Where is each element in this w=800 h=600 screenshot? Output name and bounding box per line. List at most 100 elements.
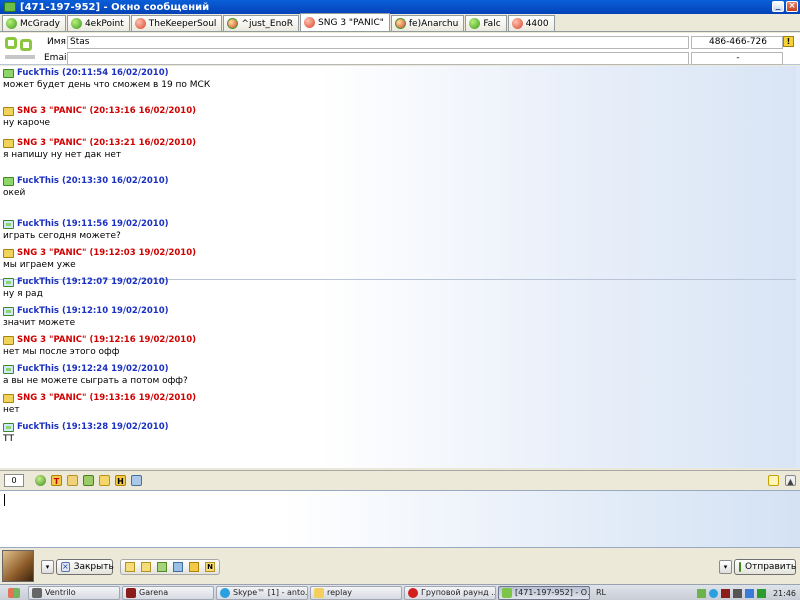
message-author: FuckThis <box>17 306 59 316</box>
bottom-bar: ▾ × Закрыть N ▾ Отправить <box>0 548 800 584</box>
message-timestamp: (20:13:16 16/02/2010) <box>89 106 196 116</box>
message-author: FuckThis <box>17 364 59 374</box>
file-icon[interactable] <box>125 562 135 572</box>
message-timestamp: (19:12:07 19/02/2010) <box>61 277 169 287</box>
message-text: окей <box>3 188 26 198</box>
message-header: FuckThis (19:12:10 19/02/2010) <box>3 306 169 316</box>
send-file-icon[interactable] <box>99 475 110 486</box>
tab-contact[interactable]: 4ekPoint <box>66 15 130 31</box>
message-author: FuckThis <box>17 422 59 432</box>
message-icon <box>3 364 14 374</box>
security-tray-icon[interactable] <box>756 588 766 598</box>
window-title: [471-197-952] - Окно сообщений <box>20 1 210 13</box>
message-header: FuckThis (19:13:28 19/02/2010) <box>3 422 169 432</box>
message-header: SNG 3 "PANIC" (19:12:03 19/02/2010) <box>3 248 196 258</box>
message-author: SNG 3 "PANIC" <box>17 106 87 116</box>
history-scrollbar[interactable] <box>796 66 800 468</box>
tab-contact[interactable]: 4400 <box>507 15 555 31</box>
volume-tray-icon[interactable] <box>732 588 742 598</box>
send-options-dropdown[interactable]: ▾ <box>719 560 732 574</box>
taskbar: Ventrilo Garena Skype™ [1] - anto... replay… <box>0 584 800 600</box>
tab-contact[interactable]: TheKeeperSoul <box>130 15 223 31</box>
contact-status-icon <box>511 18 523 29</box>
message-history[interactable]: FuckThis (20:11:54 16/02/2010) может будет… <box>0 66 796 468</box>
network-tray-icon[interactable] <box>744 588 754 598</box>
message-timestamp: (19:11:56 19/02/2010) <box>61 219 169 229</box>
contacts-icon[interactable] <box>173 562 183 572</box>
taskbar-item[interactable]: Ventrilo <box>28 585 120 600</box>
email-field[interactable] <box>67 52 689 65</box>
taskbar-item-label: Груповой раунд ... <box>421 588 496 597</box>
message-item: FuckThis (20:13:30 16/02/2010) окей <box>3 176 169 198</box>
message-header: SNG 3 "PANIC" (20:13:21 16/02/2010) <box>3 138 196 148</box>
message-item: FuckThis (19:13:28 19/02/2010) ТТ <box>3 422 169 444</box>
folder-icon[interactable] <box>141 562 151 572</box>
save-icon[interactable] <box>83 475 94 486</box>
message-item: FuckThis (19:11:56 19/02/2010) играть сего… <box>3 219 169 241</box>
taskbar-item[interactable]: Skype™ [1] - anto... <box>216 585 308 600</box>
garena-tray-icon[interactable] <box>720 588 730 598</box>
contact-status-icon <box>469 18 481 29</box>
message-author: FuckThis <box>17 277 59 287</box>
uin-secondary-field[interactable]: - <box>691 52 783 65</box>
start-button[interactable] <box>2 586 26 600</box>
char-counter: 0 <box>4 474 24 487</box>
qip-tray-icon[interactable] <box>696 588 706 598</box>
contact-status-icon <box>304 17 316 28</box>
message-icon <box>3 248 14 258</box>
close-window-button[interactable]: × <box>786 1 798 12</box>
spellcheck-icon[interactable] <box>67 475 78 486</box>
translit-icon[interactable]: T <box>51 475 62 486</box>
message-timestamp: (19:12:24 19/02/2010) <box>61 364 169 374</box>
tab-contact[interactable]: Falc <box>465 15 507 31</box>
close-button[interactable]: × Закрыть <box>56 559 114 575</box>
message-timestamp: (20:11:54 16/02/2010) <box>61 68 169 78</box>
send-button[interactable]: Отправить <box>734 559 796 575</box>
message-item: FuckThis (19:12:24 19/02/2010) а вы не мож… <box>3 364 188 386</box>
message-input[interactable] <box>0 490 800 548</box>
options-dropdown[interactable]: ▾ <box>41 560 54 574</box>
taskbar-item-label: Skype™ [1] - anto... <box>233 588 308 597</box>
message-item: SNG 3 "PANIC" (19:12:16 19/02/2010) нет мы… <box>3 335 196 357</box>
history-icon[interactable]: H <box>115 475 126 486</box>
folder-icon <box>314 587 324 598</box>
image-icon[interactable] <box>131 475 142 486</box>
smiley-icon[interactable] <box>35 475 46 486</box>
minimize-button[interactable]: _ <box>772 1 784 12</box>
note-icon[interactable] <box>768 475 779 486</box>
notes-icon[interactable]: N <box>205 562 215 572</box>
uin-field[interactable]: 486-466-726 <box>691 36 783 49</box>
windows-logo-icon <box>8 587 20 598</box>
language-indicator[interactable]: RL <box>596 588 606 597</box>
tab-contact[interactable]: McGrady <box>2 15 66 31</box>
tab-contact[interactable]: SNG 3 "PANIC" <box>300 13 390 31</box>
message-author: SNG 3 "PANIC" <box>17 393 87 403</box>
taskbar-item[interactable]: Garena <box>122 585 214 600</box>
taskbar-item-label: Ventrilo <box>45 588 76 597</box>
info-icon[interactable]: ! <box>783 36 794 47</box>
tab-contact[interactable]: ^just_EnoR <box>223 15 300 31</box>
user-icon[interactable] <box>157 562 167 572</box>
message-icon <box>3 219 14 229</box>
contact-tabs: McGrady 4ekPoint TheKeeperSoul ^just_EnoR SN… <box>0 13 800 32</box>
qip-app-icon <box>4 2 16 12</box>
message-header: FuckThis (19:12:07 19/02/2010) <box>3 277 169 287</box>
expand-icon[interactable]: ▲ <box>785 475 796 486</box>
close-button-label: Закрыть <box>73 562 114 572</box>
message-icon <box>3 306 14 316</box>
text-caret <box>4 494 5 506</box>
message-header: FuckThis (19:11:56 19/02/2010) <box>3 219 169 229</box>
tab-label: TheKeeperSoul <box>148 18 217 29</box>
title-bar: [471-197-952] - Окно сообщений _ × <box>0 0 800 14</box>
skype-tray-icon[interactable] <box>708 588 718 598</box>
lock-icon[interactable] <box>189 562 199 572</box>
name-field[interactable]: Stas <box>67 36 689 49</box>
taskbar-item[interactable]: [471-197-952] - О... <box>498 585 590 600</box>
taskbar-item[interactable]: replay <box>310 585 402 600</box>
qip-logo <box>3 35 37 63</box>
tab-contact[interactable]: fe)Anarchu <box>390 15 465 31</box>
taskbar-item[interactable]: Груповой раунд ... <box>404 585 496 600</box>
message-timestamp: (19:12:10 19/02/2010) <box>61 306 169 316</box>
avatar[interactable] <box>2 550 34 582</box>
message-text: нет <box>3 405 20 415</box>
